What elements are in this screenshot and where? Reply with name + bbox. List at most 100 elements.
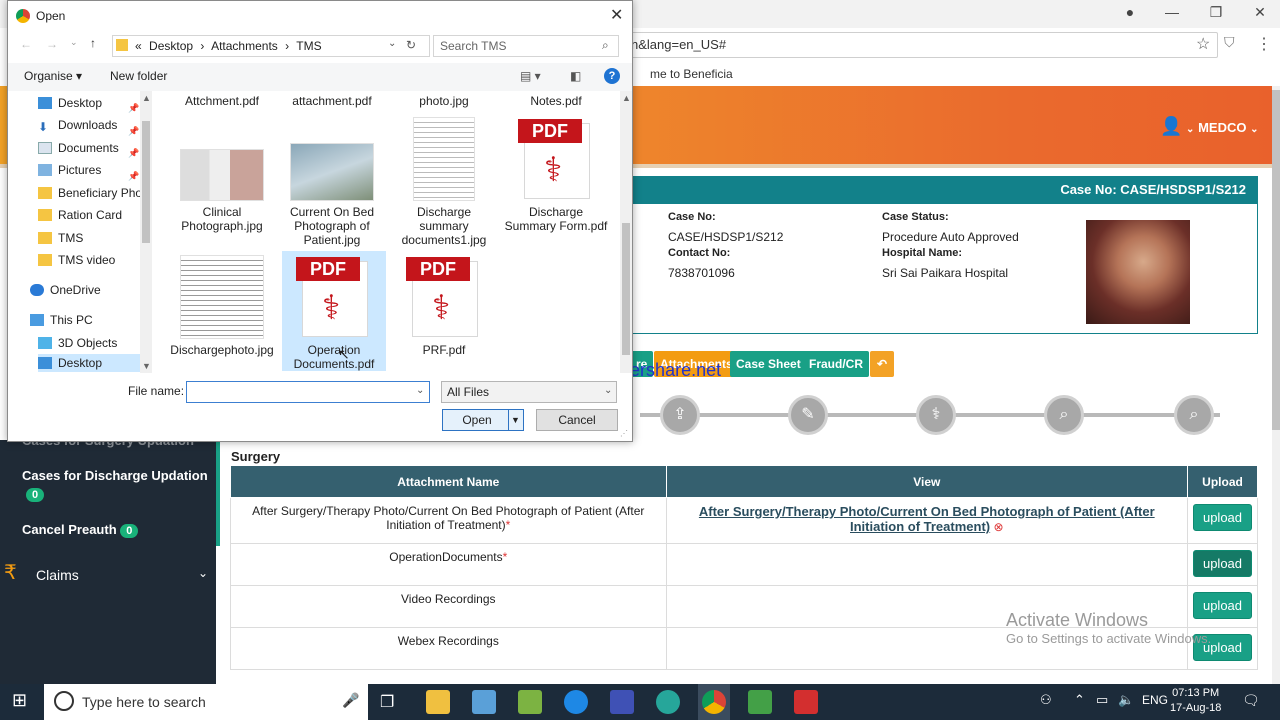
task-view-icon[interactable]: ❐ (380, 692, 394, 712)
step-icon[interactable]: ✎ (788, 395, 828, 435)
people-icon[interactable]: ⚇ (1040, 692, 1052, 708)
sidebar-item-claims[interactable]: Claims (36, 567, 79, 583)
search-input[interactable]: Search TMS (433, 35, 619, 57)
nav-item-3d-objects[interactable]: 3D Objects (38, 332, 150, 354)
file-name-input[interactable] (186, 381, 430, 403)
sidebar-item-discharge-updation[interactable]: Cases for Discharge Updation (22, 468, 208, 483)
breadcrumb-item[interactable]: TMS (296, 39, 321, 53)
user-icon: 👤 (1160, 116, 1183, 136)
chrome-icon[interactable] (702, 690, 726, 714)
scroll-up-icon[interactable]: ▲ (622, 93, 631, 103)
contact-label: Contact No: (668, 247, 731, 259)
network-icon[interactable]: ▭ (1096, 692, 1108, 708)
app-icon[interactable] (748, 690, 772, 714)
file-item[interactable]: Current On Bed Photograph of Patient.jpg (280, 117, 384, 247)
address-bar[interactable]: n&lang=en_US# (620, 32, 1218, 58)
shield-icon[interactable]: ⛉ (1224, 34, 1235, 51)
file-item[interactable]: Discharge summary documents1.jpg (392, 117, 496, 247)
file-item[interactable]: Clinical Photograph.jpg (170, 117, 274, 233)
chevron-down-icon[interactable]: ⌄ (198, 566, 208, 580)
language-indicator[interactable]: ENG (1142, 693, 1168, 707)
file-scrollbar-thumb[interactable] (622, 223, 630, 355)
refresh-icon[interactable]: ↻ (406, 38, 416, 52)
breadcrumb-item[interactable]: Attachments (211, 39, 278, 53)
file-item-selected[interactable]: PDF ⚕ Operation Documents.pdf (282, 251, 386, 371)
taskbar-search[interactable]: Type here to search (44, 684, 368, 720)
bookmark-item[interactable]: me to Beneficia (650, 67, 733, 81)
view-options-icon[interactable]: ▤ ▾ (520, 69, 541, 83)
volume-icon[interactable]: 🔈 (1118, 692, 1134, 708)
close-browser-button[interactable]: ✕ (1248, 4, 1272, 21)
file-item[interactable]: Dischargephoto.jpg (170, 255, 274, 357)
nav-item-this-pc[interactable]: This PC (30, 309, 142, 331)
file-type-select[interactable]: All Files (441, 381, 617, 403)
upload-button[interactable]: upload (1192, 504, 1253, 531)
back-arrow-icon[interactable]: ← (20, 37, 32, 51)
help-icon[interactable]: ? (604, 68, 620, 84)
bookmark-star-icon[interactable]: ☆ (1196, 34, 1210, 54)
profile-icon[interactable]: ● (1118, 4, 1142, 20)
nav-scrollbar-thumb[interactable] (142, 121, 150, 243)
section-title: Surgery (231, 449, 281, 464)
breadcrumb[interactable]: « Desktop › Attachments › TMS (112, 35, 430, 57)
step-icon[interactable]: ⚕ (916, 395, 956, 435)
recent-dropdown-icon[interactable]: ⌄ (70, 37, 78, 48)
organise-menu[interactable]: Organise ▾ (24, 69, 82, 83)
app-icon[interactable] (472, 690, 496, 714)
restore-button[interactable]: ❐ (1204, 4, 1228, 21)
nav-item-tms[interactable]: TMS (38, 227, 150, 249)
column-header: Attachment Name (230, 465, 667, 498)
close-dialog-button[interactable]: ✕ (610, 5, 623, 25)
nav-item-ration-card[interactable]: Ration Card (38, 204, 150, 226)
app-icon[interactable] (518, 690, 542, 714)
file-explorer-icon[interactable] (426, 690, 450, 714)
file-item[interactable]: PDF ⚕ PRF.pdf (392, 255, 496, 357)
path-dropdown-icon[interactable]: ⌄ (388, 38, 396, 49)
open-dropdown-icon[interactable]: ▼ (508, 410, 522, 430)
microphone-icon[interactable]: 🎤 (342, 692, 359, 709)
menu-icon[interactable]: ⋮ (1256, 34, 1272, 54)
minimize-button[interactable]: — (1160, 4, 1184, 20)
app-icon[interactable] (656, 690, 680, 714)
notifications-icon[interactable]: 🗨 (1242, 692, 1260, 709)
tab-case-sheet[interactable]: Case Sheet (730, 351, 807, 377)
file-name-dropdown-icon[interactable]: ⌄ (416, 385, 424, 396)
edge-icon[interactable] (564, 690, 588, 714)
nav-item-desktop-pc[interactable]: Desktop (38, 354, 140, 372)
windows-start-icon[interactable]: ⊞ (12, 690, 27, 711)
upload-button[interactable]: upload (1192, 550, 1253, 577)
back-icon[interactable]: ↶ (870, 351, 894, 377)
search-step-icon[interactable]: ⌕ (1174, 395, 1214, 435)
file-item[interactable]: photo.jpg (392, 94, 496, 108)
tab-fraud-cr[interactable]: Fraud/CR (803, 351, 869, 377)
cancel-button[interactable]: Cancel (536, 409, 618, 431)
file-item[interactable]: Attchment.pdf (170, 94, 274, 108)
file-item[interactable]: PDF ⚕ Discharge Summary Form.pdf (504, 117, 608, 233)
delete-icon[interactable]: ⊗ (993, 520, 1003, 534)
preview-pane-icon[interactable]: ◧ (570, 69, 581, 83)
user-menu[interactable]: 👤 ⌄ MEDCO ⌄ (1160, 116, 1258, 137)
pdf-icon: PDF ⚕ (402, 255, 486, 339)
scroll-down-icon[interactable]: ▼ (142, 361, 151, 371)
sidebar-item-cancel-preauth[interactable]: Cancel Preauth 0 (22, 522, 139, 538)
clock[interactable]: 07:13 PM 17-Aug-18 (1170, 686, 1221, 716)
nav-item-onedrive[interactable]: OneDrive (30, 279, 142, 301)
resize-grip-icon[interactable]: ⋰ (620, 429, 628, 438)
new-folder-button[interactable]: New folder (110, 69, 167, 83)
patient-photo (1086, 220, 1190, 324)
view-link[interactable]: After Surgery/Therapy Photo/Current On B… (699, 504, 1155, 534)
nav-item-tms-video[interactable]: TMS video (38, 249, 150, 271)
tray-chevron-icon[interactable]: ⌃ (1074, 692, 1085, 708)
file-item[interactable]: attachment.pdf (280, 94, 384, 108)
breadcrumb-overflow[interactable]: « (135, 39, 142, 53)
scroll-up-icon[interactable]: ▲ (142, 93, 151, 103)
up-arrow-icon[interactable]: ↑ (90, 36, 96, 50)
search-step-icon[interactable]: ⌕ (1044, 395, 1084, 435)
acrobat-icon[interactable] (794, 690, 818, 714)
breadcrumb-item[interactable]: Desktop (149, 39, 193, 53)
page-scrollbar-thumb[interactable] (1272, 90, 1280, 430)
app-icon[interactable] (610, 690, 634, 714)
step-icon[interactable]: ⇪ (660, 395, 700, 435)
file-item[interactable]: Notes.pdf (504, 94, 608, 108)
forward-arrow-icon[interactable]: → (46, 37, 58, 51)
